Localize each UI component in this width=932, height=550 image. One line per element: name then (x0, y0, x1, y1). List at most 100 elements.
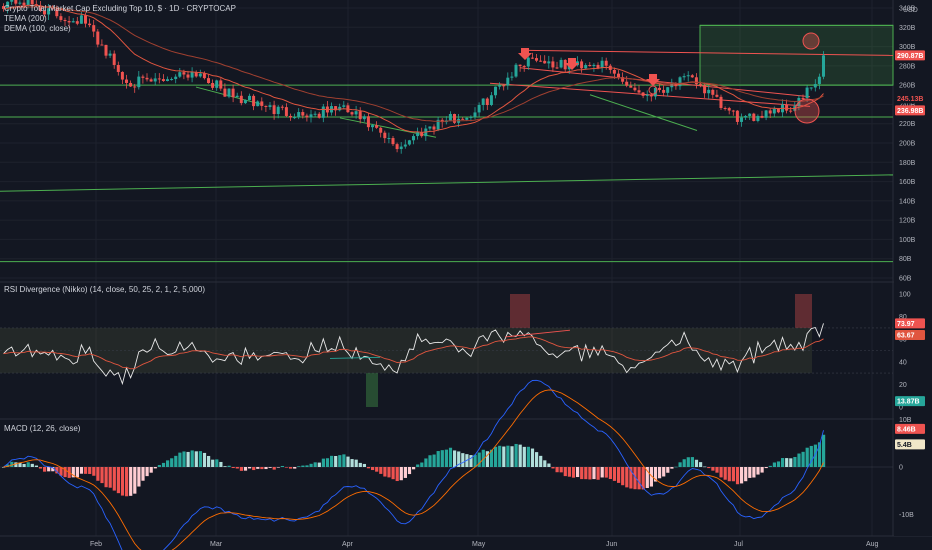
main-legend: Crypto Total Market Cap Excluding Top 10… (4, 4, 236, 34)
macd-histogram-bar (551, 467, 555, 469)
macd-histogram-bar (358, 462, 362, 467)
tema-legend[interactable]: TEMA (200) (4, 14, 236, 24)
macd-histogram-bar (211, 459, 215, 467)
candle-up (166, 79, 169, 82)
macd-histogram-bar (243, 467, 248, 471)
macd-histogram-bar (522, 446, 526, 467)
candle-up (309, 114, 313, 118)
time-tick-label: May (472, 541, 486, 548)
macd-histogram-bar (227, 465, 231, 467)
macd-histogram-bar (116, 467, 120, 494)
candle-down (223, 88, 227, 97)
candle-down (518, 64, 522, 67)
macd-histogram-bar (379, 467, 383, 474)
macd-histogram-bar (727, 467, 731, 482)
macd-histogram-bar (752, 467, 756, 478)
macd-histogram-bar (432, 454, 436, 467)
macd-histogram-bar (756, 467, 760, 475)
candle-down (129, 82, 133, 87)
candle-up (813, 84, 817, 88)
candle-up (756, 115, 760, 121)
macd-histogram-bar (309, 463, 313, 467)
candle-down (112, 53, 116, 65)
macd-histogram-bar (596, 467, 600, 480)
candle-up (198, 73, 202, 77)
candle-down (719, 96, 723, 108)
macd-histogram-bar (334, 456, 338, 467)
macd-histogram-bar (547, 463, 551, 467)
macd-histogram-bar (559, 467, 563, 473)
macd-histogram-bar (182, 451, 186, 467)
macd-histogram-bar (711, 467, 715, 471)
candle-down (658, 87, 661, 90)
price-badge-label: 5.4B (897, 442, 912, 449)
candle-up (248, 95, 251, 101)
candle-down (625, 81, 629, 86)
candle-up (682, 76, 686, 78)
candle-up (772, 108, 776, 114)
candle-down (350, 112, 354, 115)
candle-up (592, 64, 596, 67)
macd-histogram-bar (719, 467, 723, 478)
candle-down (395, 144, 399, 150)
dema-legend[interactable]: DEMA (100, close) (4, 24, 236, 34)
price-tick-label: 300B (899, 44, 916, 51)
candle-down (358, 111, 362, 120)
candle-down (723, 107, 727, 109)
chart-title[interactable]: Crypto Total Market Cap Excluding Top 10… (4, 4, 236, 14)
macd-histogram-bar (391, 467, 395, 480)
macd-histogram-bar (690, 457, 694, 467)
macd-histogram-bar (518, 444, 522, 467)
macd-histogram-bar (514, 443, 518, 467)
macd-histogram-bar (284, 467, 289, 468)
macd-histogram-bar (801, 451, 805, 467)
candle-up (387, 138, 391, 140)
macd-legend[interactable]: MACD (12, 26, close) (4, 424, 80, 434)
macd-histogram-bar (252, 467, 256, 471)
macd-histogram-bar (26, 462, 30, 467)
time-tick-label: Feb (90, 541, 102, 548)
candle-up (473, 112, 477, 117)
macd-histogram-bar (436, 451, 440, 467)
macd-histogram-bar (510, 446, 514, 467)
macd-histogram-bar (137, 467, 141, 487)
price-badge-label: 236.98B (897, 108, 923, 115)
candle-down (133, 86, 137, 88)
macd-histogram-bar (215, 459, 219, 467)
candle-down (202, 73, 206, 79)
macd-histogram-bar (576, 467, 580, 478)
macd-histogram-bar (100, 467, 104, 484)
macd-histogram-bar (612, 467, 617, 481)
price-tick-label: 120B (899, 218, 916, 225)
candle-down (768, 110, 772, 114)
macd-histogram-bar (694, 459, 699, 467)
candle-up (313, 113, 317, 115)
macd-histogram-bar (301, 465, 305, 467)
candle-up (297, 112, 301, 118)
macd-histogram-bar (297, 466, 301, 467)
macd-histogram-bar (768, 465, 772, 467)
rsi-legend[interactable]: RSI Divergence (Nikko) (14, close, 50, 2… (4, 285, 205, 295)
macd-histogram-bar (280, 465, 284, 467)
macd-histogram-bar (371, 467, 375, 471)
candle-up (371, 125, 374, 128)
candle-down (182, 72, 186, 75)
macd-histogram-bar (543, 460, 547, 467)
price-tick-label: 200B (899, 141, 916, 148)
macd-histogram-bar (448, 447, 453, 467)
price-tick-label: 320B (899, 25, 916, 32)
macd-histogram-bar (740, 467, 744, 484)
candle-down (141, 76, 145, 78)
macd-histogram-bar (621, 467, 625, 486)
rsi-tick-label: 20 (899, 382, 907, 389)
candle-down (617, 73, 620, 78)
candle-down (641, 92, 645, 96)
macd-histogram-bar (120, 467, 125, 496)
candle-up (510, 76, 514, 78)
candle-up (547, 61, 551, 64)
macd-title: MACD (12, 26, close) (4, 424, 81, 433)
macd-histogram-bar (112, 467, 116, 491)
macd-histogram-bar (539, 455, 543, 467)
macd-histogram-bar (223, 466, 227, 467)
chart-canvas[interactable]: USD340B320B300B280B260B240B220B200B180B1… (0, 0, 932, 550)
